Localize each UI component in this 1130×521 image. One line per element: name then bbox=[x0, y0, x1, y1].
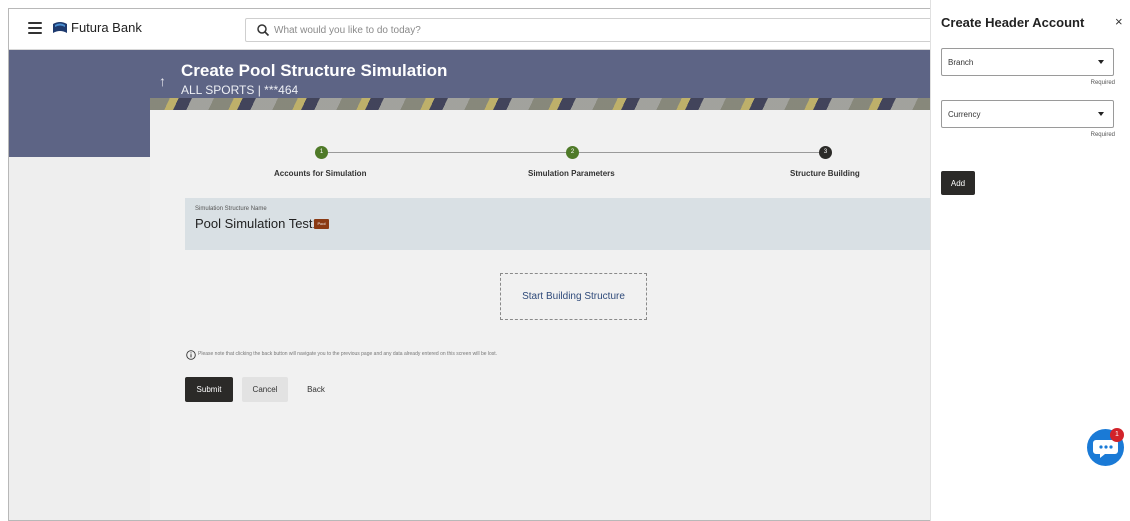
back-arrow-icon[interactable]: ↑ bbox=[159, 73, 166, 89]
structure-name-value: Pool Simulation Test1 bbox=[195, 216, 320, 231]
structure-name-caption: Simulation Structure Name bbox=[195, 206, 267, 212]
cancel-button[interactable]: Cancel bbox=[242, 377, 288, 402]
close-icon[interactable]: × bbox=[1115, 14, 1123, 29]
step-3-label: Structure Building bbox=[790, 169, 860, 178]
panel-title: Create Header Account bbox=[941, 15, 1085, 30]
currency-dropdown-label: Currency bbox=[948, 110, 981, 119]
bank-logo-icon bbox=[53, 22, 67, 33]
branch-required-hint: Required bbox=[1090, 80, 1115, 86]
step-3-indicator[interactable]: 3 bbox=[819, 146, 832, 159]
search-input[interactable] bbox=[274, 21, 924, 39]
step-1-label: Accounts for Simulation bbox=[274, 169, 367, 178]
currency-required-hint: Required bbox=[1090, 132, 1115, 138]
menu-icon[interactable] bbox=[28, 22, 42, 34]
header-decoration bbox=[150, 98, 950, 110]
back-warning-note: Please note that clicking the back butto… bbox=[198, 351, 498, 357]
submit-button[interactable]: Submit bbox=[185, 377, 233, 402]
step-2-indicator[interactable]: 2 bbox=[566, 146, 579, 159]
search-icon bbox=[257, 24, 270, 37]
start-building-structure-button[interactable]: Start Building Structure bbox=[500, 273, 647, 320]
back-button[interactable]: Back bbox=[298, 377, 334, 402]
add-button[interactable]: Add bbox=[941, 171, 975, 195]
chevron-down-icon bbox=[1098, 60, 1104, 64]
page-title: Create Pool Structure Simulation bbox=[181, 61, 448, 80]
chevron-down-icon bbox=[1098, 112, 1104, 116]
step-2-label: Simulation Parameters bbox=[528, 169, 615, 178]
search-bar[interactable] bbox=[245, 18, 945, 42]
step-1-indicator[interactable]: 1 bbox=[315, 146, 328, 159]
brand-name[interactable]: Futura Bank bbox=[71, 20, 142, 35]
branch-dropdown-label: Branch bbox=[948, 58, 974, 67]
branch-dropdown[interactable]: Branch bbox=[941, 48, 1114, 76]
page-subtitle: ALL SPORTS | ***464 bbox=[181, 83, 299, 97]
chat-notification-badge: 1 bbox=[1110, 428, 1124, 442]
info-icon bbox=[186, 350, 196, 360]
pool-badge: Pool bbox=[314, 219, 329, 229]
currency-dropdown[interactable]: Currency bbox=[941, 100, 1114, 128]
structure-name-box: Simulation Structure Name Pool Simulatio… bbox=[185, 198, 940, 250]
